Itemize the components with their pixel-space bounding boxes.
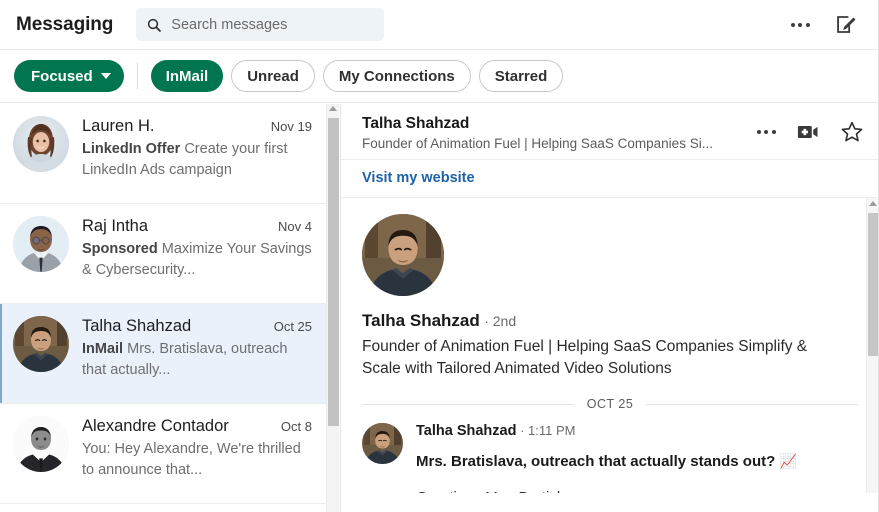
- conversation-tag: InMail: [82, 341, 124, 357]
- filter-bar: Focused InMail Unread My Connections Sta…: [0, 50, 879, 103]
- list-item-body: Talha Shahzad Oct 25 InMail Mrs. Bratisl…: [82, 316, 312, 391]
- list-item[interactable]: Lauren H. Nov 19 LinkedIn Offer Create y…: [0, 104, 326, 204]
- profile-headline: Founder of Animation Fuel | Helping SaaS…: [362, 338, 808, 378]
- scroll-up-icon[interactable]: [869, 201, 877, 207]
- avatar: [362, 423, 403, 465]
- messaging-app: Messaging Focused: [0, 0, 879, 512]
- message-sender: Talha Shahzad: [416, 423, 517, 440]
- profile-card: Talha Shahzad · 2nd Founder of Animation…: [341, 198, 879, 380]
- avatar: [13, 216, 69, 272]
- scrollbar-thumb[interactable]: [328, 118, 339, 426]
- conversation-snippet: Sponsored Maximize Your Savings & Cybers…: [82, 239, 312, 281]
- list-item-body: Alexandre Contador Oct 8 You: Hey Alexan…: [82, 416, 312, 491]
- message-time: 1:11 PM: [528, 423, 576, 439]
- star-conversation-button[interactable]: [839, 119, 865, 145]
- date-divider: OCT 25: [362, 397, 859, 412]
- list-item[interactable]: Alexandre Contador Oct 8 You: Hey Alexan…: [0, 404, 326, 504]
- conversation-snippet: You: Hey Alexandre, We're thrilled to an…: [82, 439, 312, 481]
- thread-header: Talha Shahzad Founder of Animation Fuel …: [341, 104, 879, 161]
- list-item-body: Raj Intha Nov 4 Sponsored Maximize Your …: [82, 216, 312, 291]
- thread-scroll-area: Talha Shahzad · 2nd Founder of Animation…: [341, 198, 879, 494]
- list-item-body: Lauren H. Nov 19 LinkedIn Offer Create y…: [82, 116, 312, 191]
- conversation-preview: Hey Alexandre, We're thrilled to announc…: [82, 441, 301, 479]
- conversation-name: Talha Shahzad: [82, 317, 192, 335]
- conversation-list-scrollbar[interactable]: [326, 104, 339, 512]
- conversation-name: Lauren H.: [82, 117, 155, 135]
- avatar: [362, 214, 444, 297]
- filter-chip-unread[interactable]: Unread: [231, 60, 315, 92]
- message-meta: Talha Shahzad · 1:11 PM: [416, 423, 858, 439]
- profile-degree: · 2nd: [484, 313, 517, 330]
- compose-message-button[interactable]: [833, 12, 859, 38]
- filter-chip-inmail[interactable]: InMail: [150, 60, 224, 92]
- filter-focused-button[interactable]: Focused: [14, 60, 124, 92]
- conversation-snippet: LinkedIn Offer Create your first LinkedI…: [82, 139, 312, 181]
- date-divider-label: OCT 25: [586, 397, 634, 412]
- conversation-snippet: InMail Mrs. Bratislava, outreach that ac…: [82, 339, 312, 381]
- top-bar-actions: [787, 12, 879, 38]
- conversation-tag: You:: [82, 441, 111, 457]
- message-thread-panel: Talha Shahzad Founder of Animation Fuel …: [340, 104, 879, 512]
- conversation-date: Nov 4: [278, 219, 312, 234]
- search-box[interactable]: [136, 8, 385, 41]
- message-item: Talha Shahzad · 1:11 PM Mrs. Bratislava,…: [341, 411, 879, 493]
- avatar: [13, 116, 69, 172]
- conversation-name: Alexandre Contador: [82, 417, 229, 435]
- chevron-down-icon: [100, 73, 111, 79]
- more-options-icon: [756, 130, 776, 134]
- conversation-date: Oct 25: [273, 319, 312, 334]
- search-icon: [148, 18, 162, 32]
- add-video-meeting-button[interactable]: [796, 119, 822, 145]
- list-item[interactable]: Talha Shahzad Oct 25 InMail Mrs. Bratisl…: [0, 304, 326, 404]
- list-item[interactable]: Raj Intha Nov 4 Sponsored Maximize Your …: [0, 204, 326, 304]
- thread-actions: [753, 114, 865, 145]
- filter-chip-label: InMail: [165, 67, 209, 85]
- compose-message-icon: [836, 16, 856, 33]
- conversation-list[interactable]: Lauren H. Nov 19 LinkedIn Offer Create y…: [0, 104, 326, 512]
- conversation-tag: LinkedIn Offer: [82, 141, 181, 157]
- star-outline-icon: [841, 121, 863, 142]
- message-subject: Mrs. Bratislava, outreach that actually …: [416, 453, 858, 470]
- filter-focused-label: Focused: [31, 67, 93, 85]
- website-link-row: Visit my website: [341, 160, 879, 199]
- scroll-up-icon[interactable]: [329, 106, 337, 111]
- add-video-meeting-icon: [797, 126, 818, 138]
- message-subject-text: Mrs. Bratislava, outreach that actually …: [416, 453, 776, 471]
- thread-participant-name: Talha Shahzad: [362, 115, 470, 132]
- search-input[interactable]: [171, 16, 375, 33]
- filter-chip-label: Starred: [494, 67, 548, 85]
- top-bar: Messaging: [0, 0, 879, 50]
- message-body: Talha Shahzad · 1:11 PM Mrs. Bratislava,…: [416, 423, 858, 493]
- conversation-name: Raj Intha: [82, 217, 149, 235]
- filter-chip-my-connections[interactable]: My Connections: [322, 60, 471, 92]
- filter-divider: [136, 63, 138, 89]
- filter-chip-label: Unread: [247, 67, 299, 85]
- avatar: [13, 316, 69, 372]
- filter-chip-starred[interactable]: Starred: [478, 60, 564, 92]
- page-title: Messaging: [16, 13, 114, 35]
- profile-name-row: Talha Shahzad · 2nd: [362, 311, 858, 331]
- thread-participant-headline: Founder of Animation Fuel | Helping SaaS…: [362, 136, 713, 152]
- conversation-date: Nov 19: [270, 119, 312, 134]
- more-options-button[interactable]: [787, 12, 813, 38]
- filter-chip-label: My Connections: [338, 67, 455, 85]
- thread-more-options-button[interactable]: [753, 119, 779, 145]
- message-text: Greetings Mrs. Bratislava,: [416, 489, 858, 493]
- conversation-tag: Sponsored: [82, 241, 158, 257]
- visit-website-link[interactable]: Visit my website: [362, 170, 475, 186]
- conversation-date: Oct 8: [280, 419, 312, 434]
- message-separator: ·: [516, 423, 529, 439]
- profile-name: Talha Shahzad: [362, 311, 480, 331]
- more-options-icon: [790, 22, 810, 27]
- avatar: [13, 416, 69, 472]
- chart-increasing-icon: 📈: [779, 453, 797, 470]
